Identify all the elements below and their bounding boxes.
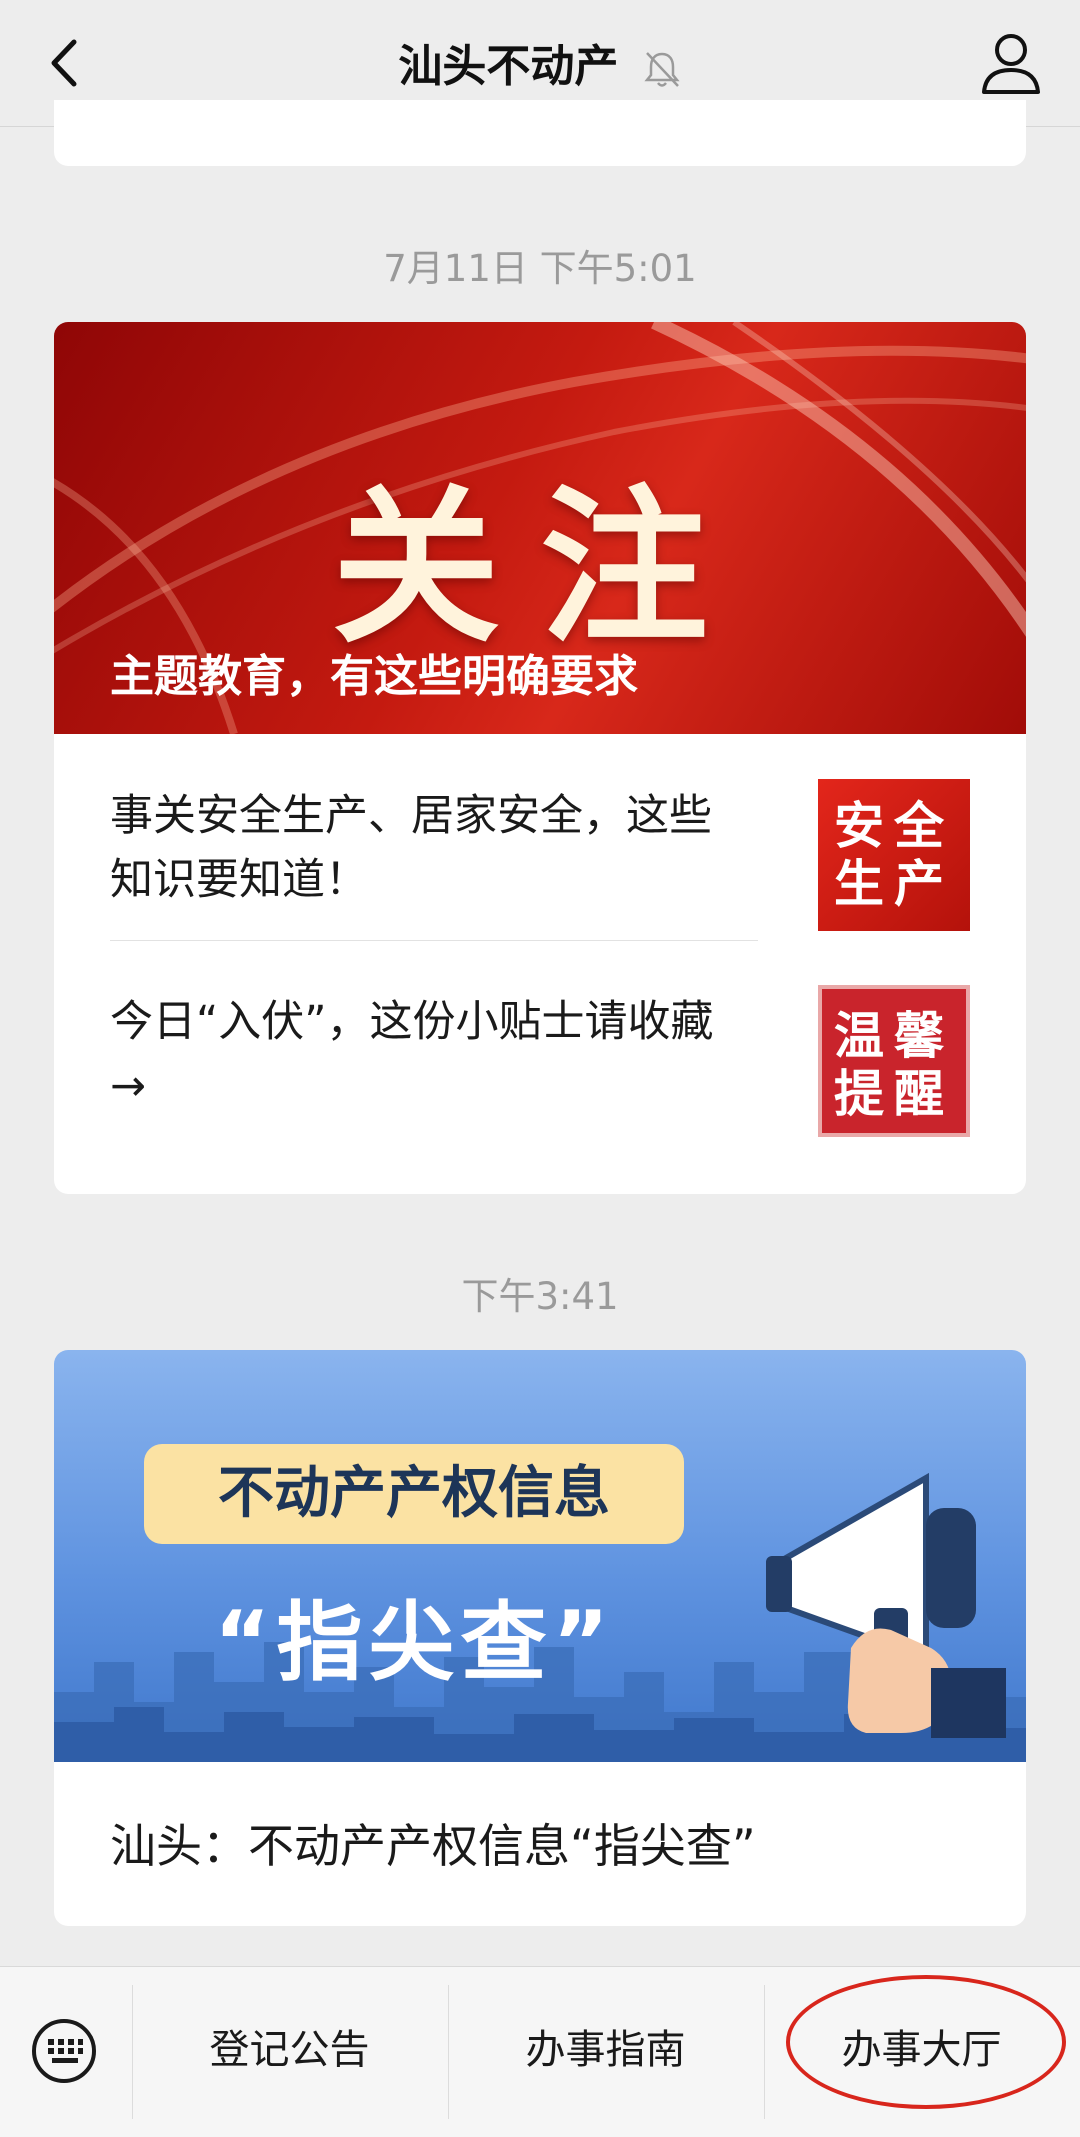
sub-article-title: 事关安全生产、居家安全，这些知识要知道！: [110, 791, 712, 905]
sub-article-title: 今日“入伏”，这份小贴士请收藏 →: [110, 997, 714, 1111]
menu-item-service-hall[interactable]: 办事大厅: [764, 1967, 1079, 2137]
previous-article-card[interactable]: [54, 100, 1026, 166]
sub-article-thumbnail: 安全生产: [818, 779, 970, 931]
bell-muted-icon: [644, 52, 680, 87]
article-group-card: 关注 主题教育，有这些明确要求 事关安全生产、居家安全，这些知识要知道！ 安全生…: [54, 322, 1026, 1194]
main-article-banner[interactable]: 关注 主题教育，有这些明确要求: [54, 322, 1026, 734]
megaphone-icon: [766, 1472, 1006, 1738]
banner-label-box: 不动产产权信息: [144, 1444, 684, 1544]
article-banner: 不动产产权信息 “指尖查”: [54, 1350, 1026, 1762]
sub-article-2[interactable]: 今日“入伏”，这份小贴士请收藏 → 温馨提醒: [54, 940, 1026, 1146]
person-icon: [982, 34, 1040, 94]
keyboard-icon: [32, 2019, 96, 2083]
keyboard-toggle-button[interactable]: [30, 2017, 98, 2085]
sub-article-thumbnail: 温馨提醒: [818, 985, 970, 1137]
banner-headline: 关注: [332, 468, 748, 666]
article-card[interactable]: 不动产产权信息 “指尖查” 汕头：不动产产权信息“指尖查”: [54, 1350, 1026, 1926]
message-timestamp: 下午3:41: [461, 1275, 619, 1318]
profile-button[interactable]: [976, 28, 1046, 100]
sub-article-1[interactable]: 事关安全生产、居家安全，这些知识要知道！ 安全生产: [54, 734, 1026, 940]
title-area: 汕头不动产: [0, 30, 1080, 94]
thumbnail-text: 温馨提醒: [834, 1007, 954, 1123]
service-menu-bar: 登记公告 办事指南 办事大厅: [0, 1966, 1080, 2137]
menu-item-registration-notice[interactable]: 登记公告: [132, 1967, 447, 2137]
thumbnail-text: 安全生产: [834, 797, 954, 913]
menu-item-service-guide[interactable]: 办事指南: [448, 1967, 763, 2137]
message-timestamp: 7月11日 下午5:01: [383, 247, 697, 290]
main-article-title: 主题教育，有这些明确要求: [110, 651, 638, 702]
article-title: 汕头：不动产产权信息“指尖查”: [110, 1819, 756, 1873]
banner-quote-text: “指尖查”: [214, 1593, 616, 1693]
page-title: 汕头不动产: [398, 41, 619, 92]
